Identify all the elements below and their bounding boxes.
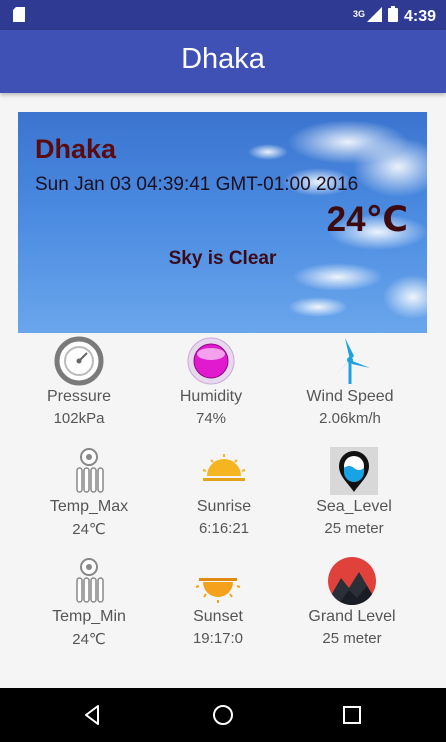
detail-temp-min: Temp_Min 24℃ xyxy=(15,556,163,656)
detail-sunset: Sunset 19:17:0 xyxy=(144,556,292,656)
detail-label: Temp_Min xyxy=(52,608,126,625)
detail-value: 74% xyxy=(195,410,227,427)
pressure-gauge-icon xyxy=(54,336,104,386)
detail-label: Humidity xyxy=(179,388,243,405)
status-bar: 3G 4:39 xyxy=(0,0,446,30)
detail-label: Temp_Max xyxy=(49,498,129,515)
page-title: Dhaka xyxy=(181,43,265,75)
detail-value: 19:17:0 xyxy=(192,630,244,647)
detail-label: Sunrise xyxy=(196,498,252,515)
current-temperature: 24℃ xyxy=(326,200,408,239)
detail-label: Grand Level xyxy=(308,608,396,625)
detail-grand-level: Grand Level 25 meter xyxy=(278,556,426,656)
mountain-icon xyxy=(327,556,377,606)
detail-wind-speed: Wind Speed 2.06km/h xyxy=(276,336,424,436)
home-icon[interactable] xyxy=(210,702,236,728)
navigation-bar xyxy=(0,688,446,742)
sunrise-icon xyxy=(199,446,249,496)
humidity-icon xyxy=(186,336,236,386)
thermometer-icon xyxy=(64,446,114,496)
app-bar: Dhaka xyxy=(0,30,446,93)
thermometer-icon xyxy=(64,556,114,606)
detail-label: Wind Speed xyxy=(306,388,394,405)
detail-value: 24℃ xyxy=(72,521,106,538)
battery-icon xyxy=(387,6,398,27)
sd-card-icon xyxy=(13,7,25,27)
detail-sunrise: Sunrise 6:16:21 xyxy=(150,446,298,546)
detail-pressure: Pressure 102kPa xyxy=(5,336,153,436)
detail-label: Sea_Level xyxy=(316,498,392,515)
city-name: Dhaka xyxy=(35,134,117,164)
clock: 4:39 xyxy=(403,7,436,25)
detail-label: Sunset xyxy=(193,608,243,625)
wind-turbine-icon xyxy=(325,336,375,386)
signal-icon xyxy=(366,6,382,27)
detail-value: 24℃ xyxy=(72,631,106,648)
weather-card: Dhaka Sun Jan 03 04:39:41 GMT-01:00 2016… xyxy=(18,112,427,333)
weather-condition: Sky is Clear xyxy=(168,248,277,269)
detail-sea-level: Sea_Level 25 meter xyxy=(280,446,428,546)
detail-humidity: Humidity 74% xyxy=(137,336,285,436)
detail-label: Pressure xyxy=(46,388,112,405)
detail-value: 25 meter xyxy=(324,520,384,537)
detail-value: 102kPa xyxy=(53,410,105,427)
network-type-label: 3G xyxy=(352,8,365,19)
date-time: Sun Jan 03 04:39:41 GMT-01:00 2016 xyxy=(35,174,359,195)
sea-level-icon xyxy=(329,446,379,496)
back-icon[interactable] xyxy=(80,702,106,728)
sunset-icon xyxy=(193,556,243,606)
detail-value: 6:16:21 xyxy=(198,520,250,537)
detail-temp-max: Temp_Max 24℃ xyxy=(15,446,163,546)
recents-icon[interactable] xyxy=(339,702,365,728)
detail-value: 2.06km/h xyxy=(319,410,381,427)
detail-value: 25 meter xyxy=(322,630,382,647)
